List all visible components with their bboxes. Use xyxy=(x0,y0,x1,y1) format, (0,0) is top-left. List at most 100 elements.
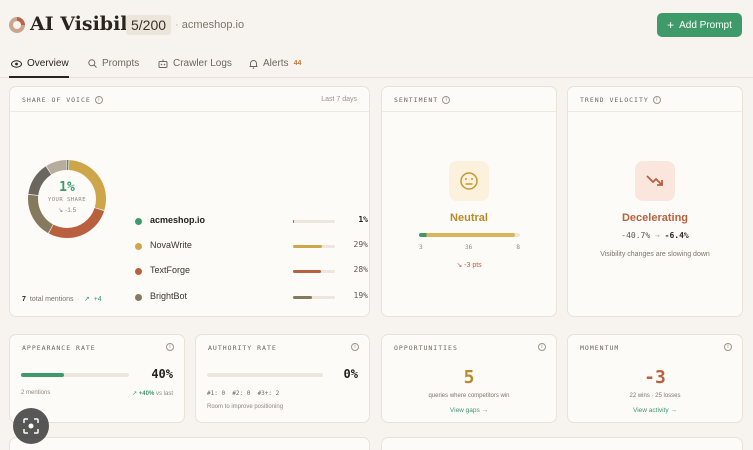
trend-velocity-title: TREND VELOCITY xyxy=(580,96,649,104)
authority-rate-title: AUTHORITY RATE xyxy=(208,344,277,352)
opportunities-card: OPPORTUNITIES i 5 queries where competit… xyxy=(381,334,557,423)
info-icon[interactable]: i xyxy=(442,96,451,104)
tab-crawler-logs[interactable]: Crawler Logs xyxy=(158,58,232,69)
authority-rate-note: Room to improve positioning xyxy=(207,404,284,410)
momentum-card: MOMENTUM i -3 22 wins · 25 losses View a… xyxy=(567,334,743,423)
brand-row[interactable]: QuillCraft 14% xyxy=(135,316,370,317)
sentiment-label: Neutral xyxy=(450,212,488,224)
prompt-quota-badge: 5/200 xyxy=(126,15,172,35)
opportunities-desc: queries where competitors win xyxy=(428,393,510,399)
trend-velocity-change: -40.7% → -6.4% xyxy=(568,231,742,240)
brand-name: TextForge xyxy=(150,265,191,275)
share-of-voice-card: SHARE OF VOICE i Last 7 days 1% YOUR SHA… xyxy=(9,86,370,317)
info-icon[interactable]: i xyxy=(724,343,732,351)
appearance-rate-change-value: +40% xyxy=(138,391,155,397)
appearance-rate-bar-fill xyxy=(21,373,65,377)
brand-share-bar-fill xyxy=(293,245,323,248)
total-mentions-count: 7 xyxy=(22,295,26,303)
sentiment-title: SENTIMENT xyxy=(394,96,439,104)
trend-velocity-card: TREND VELOCITY i Decelerating -40.7% → -… xyxy=(567,86,743,317)
tab-prompts-label: Prompts xyxy=(102,58,140,69)
brand-share-pct: 29% xyxy=(353,240,368,249)
appearance-rate-header: APPEARANCE RATE i xyxy=(10,335,184,360)
arrow-down-right-icon: ↘ xyxy=(456,262,463,269)
arrow-right-icon: → xyxy=(654,231,660,240)
trend-down-icon xyxy=(635,161,675,201)
alerts-count-badge: 44 xyxy=(293,60,302,67)
active-tab-indicator xyxy=(9,76,69,78)
donut-change: ↘ -1.5 xyxy=(25,206,109,214)
app-header: AI Visibility 5/200 · acmeshop.io + Add … xyxy=(0,0,753,50)
appearance-rate-value: 40% xyxy=(151,367,173,381)
eye-icon xyxy=(11,59,22,68)
next-row-card-left xyxy=(9,437,370,450)
view-activity-link[interactable]: View activity → xyxy=(568,407,742,414)
view-gaps-link[interactable]: View gaps → xyxy=(382,407,556,414)
share-of-voice-title: SHARE OF VOICE xyxy=(22,96,91,104)
tracked-domain: · acmeshop.io xyxy=(175,19,245,31)
tab-bar: Overview Prompts Crawler Logs Alerts 44 xyxy=(0,52,753,78)
tracked-domain-text: acmeshop.io xyxy=(181,19,245,31)
trend-velocity-title-wrap: TREND VELOCITY i xyxy=(580,96,661,104)
authority-rate-header: AUTHORITY RATE i xyxy=(196,335,369,360)
app-logo-icon xyxy=(9,17,25,33)
authority-rate-bar xyxy=(207,373,323,377)
trend-velocity-desc: Visibility changes are slowing down xyxy=(600,251,710,258)
plus-icon: + xyxy=(667,18,675,32)
brand-share-pct: 14% xyxy=(354,316,368,317)
brand-share-bar-fill xyxy=(293,220,294,223)
brand-share-pct: 19% xyxy=(353,291,368,300)
trend-velocity-header: TREND VELOCITY i xyxy=(568,87,742,112)
tab-alerts[interactable]: Alerts 44 xyxy=(249,58,301,69)
next-row-card-right xyxy=(381,437,743,450)
brand-share-bar xyxy=(293,245,335,248)
lens-search-button[interactable] xyxy=(13,408,49,444)
sentiment-bar-fill xyxy=(419,233,515,237)
info-icon[interactable]: i xyxy=(652,96,661,104)
add-prompt-button[interactable]: + Add Prompt xyxy=(657,13,742,37)
tab-overview-label: Overview xyxy=(27,58,69,69)
tab-overview[interactable]: Overview xyxy=(11,58,69,69)
tab-crawler-logs-label: Crawler Logs xyxy=(173,58,232,69)
sentiment-card: SENTIMENT i Neutral 3 36 8 ↘ -3 pts xyxy=(381,86,557,317)
total-mentions: 7 total mentions · ↗ +4 xyxy=(22,295,102,304)
info-icon[interactable]: i xyxy=(166,343,174,351)
momentum-header: MOMENTUM i xyxy=(568,335,742,360)
trend-velocity-from: -40.7% xyxy=(621,231,651,240)
donut-label: YOUR SHARE xyxy=(47,197,87,203)
arrow-up-right-icon: ↗ xyxy=(83,296,90,303)
sentiment-scale-high: 8 xyxy=(516,244,520,251)
appearance-rate-title: APPEARANCE RATE xyxy=(22,344,96,352)
arrow-down-right-icon: ↘ xyxy=(57,207,64,214)
brand-color-dot xyxy=(135,294,142,301)
opportunities-header: OPPORTUNITIES i xyxy=(382,335,556,360)
search-icon xyxy=(88,59,97,68)
mentions-change: +4 xyxy=(93,295,102,303)
info-icon[interactable]: i xyxy=(538,343,546,351)
brand-row[interactable]: TextForge 28% xyxy=(135,265,369,279)
brand-row[interactable]: NovaWrite 29% xyxy=(135,240,369,254)
brand-row[interactable]: BrightBot 19% xyxy=(135,291,369,305)
brand-share-bar xyxy=(293,270,335,273)
total-mentions-label: total mentions xyxy=(29,295,74,303)
trend-velocity-label: Decelerating xyxy=(621,212,689,224)
brand-row[interactable]: acmeshop.io 1% xyxy=(135,215,369,229)
brand-color-dot xyxy=(135,268,142,275)
info-icon[interactable]: i xyxy=(94,96,103,104)
brand-share-pct: 28% xyxy=(353,265,368,274)
brand-color-dot xyxy=(135,243,142,250)
brand-share-pct: 1% xyxy=(358,215,368,224)
share-of-voice-title-wrap: SHARE OF VOICE i xyxy=(22,96,103,104)
trend-velocity-to: -6.4% xyxy=(664,231,689,240)
sentiment-title-wrap: SENTIMENT i xyxy=(394,96,451,104)
tab-prompts[interactable]: Prompts xyxy=(88,58,139,69)
donut-value: 1% xyxy=(59,180,75,195)
sentiment-scale: 3 36 8 xyxy=(419,244,520,254)
bell-icon xyxy=(249,59,258,69)
add-prompt-label: Add Prompt xyxy=(679,19,732,31)
appearance-rate-change-suffix: vs last xyxy=(155,391,173,397)
brand-color-dot xyxy=(135,218,142,225)
appearance-rate-mentions: 2 mentions xyxy=(21,390,51,396)
share-of-voice-header: SHARE OF VOICE i Last 7 days xyxy=(10,87,369,112)
info-icon[interactable]: i xyxy=(351,343,359,351)
